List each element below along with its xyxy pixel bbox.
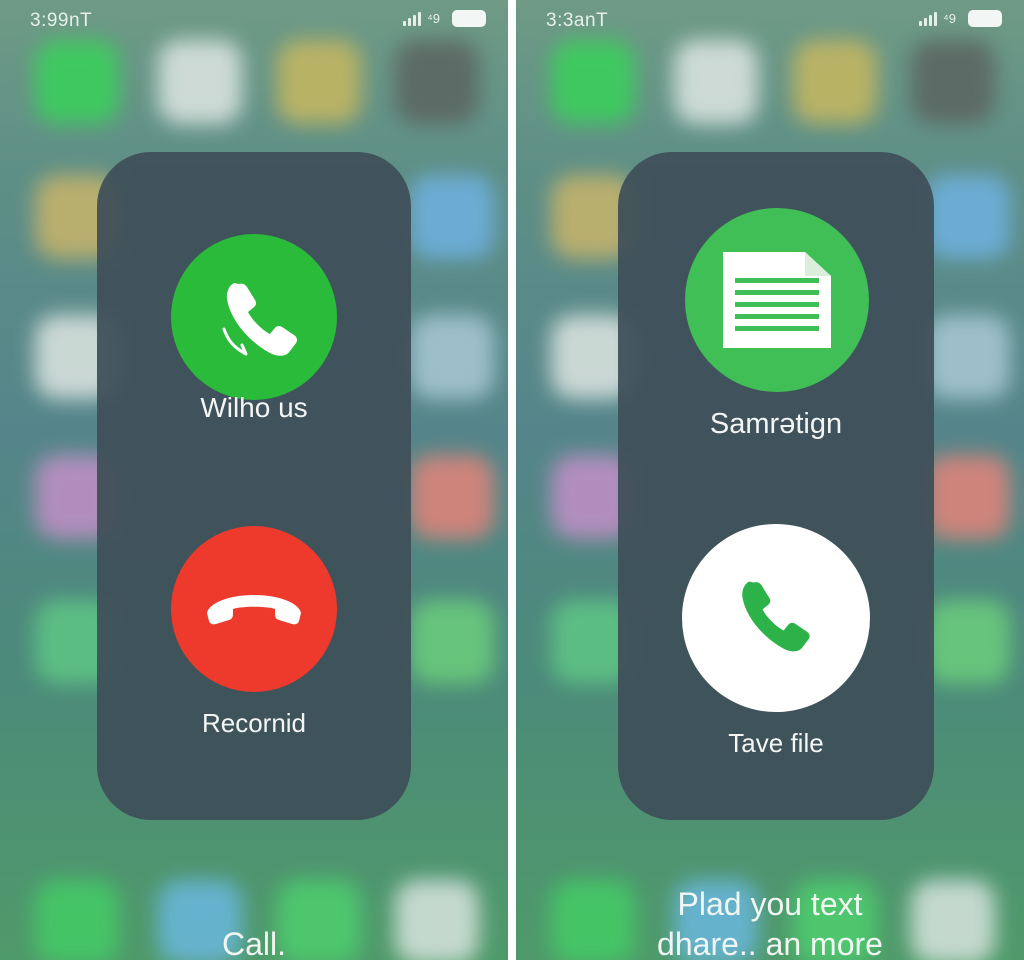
bottom-caption: Call. xyxy=(221,926,286,960)
decline-call-label: Recornid xyxy=(201,708,307,738)
blurred-app-icon xyxy=(410,455,494,539)
blurred-app-icon xyxy=(926,455,1010,539)
status-icons: ⁴9 xyxy=(919,10,1002,27)
accept-call-label: Wilho us xyxy=(200,392,308,423)
blurred-app-icon xyxy=(410,315,494,399)
battery-icon xyxy=(452,10,486,27)
document-icon xyxy=(723,252,831,348)
phone-screen-left: 3:99nT ⁴9 Wilho us Recornid Call. xyxy=(0,0,508,960)
blurred-app-icon xyxy=(926,175,1010,259)
blurred-app-icon xyxy=(674,40,758,124)
status-extra: ⁴9 xyxy=(943,11,956,26)
blurred-app-icon xyxy=(35,40,119,124)
call-card: Wilho us Recornid xyxy=(97,152,411,820)
status-icons: ⁴9 xyxy=(403,10,486,27)
signal-icon xyxy=(919,11,938,26)
blurred-app-icon xyxy=(395,40,479,124)
blurred-app-icon xyxy=(158,40,242,124)
status-extra: ⁴9 xyxy=(427,11,440,26)
blurred-app-icon xyxy=(410,600,494,684)
phone-hangup-icon xyxy=(207,595,301,625)
phone-icon xyxy=(742,581,810,652)
document-button-label: Samrətign xyxy=(709,408,843,440)
blurred-app-icon xyxy=(926,315,1010,399)
blurred-app-icon xyxy=(911,40,995,124)
phone-screen-right: 3:3anT ⁴9 Samrətign Tave file Plad you t… xyxy=(516,0,1024,960)
phone-accept-icon xyxy=(222,283,298,356)
status-time: 3:99nT xyxy=(30,10,93,31)
decline-call-button[interactable] xyxy=(171,526,337,692)
document-button[interactable] xyxy=(685,208,869,392)
blurred-app-icon xyxy=(551,40,635,124)
blurred-app-icon xyxy=(793,40,877,124)
bottom-caption-line1: Plad you text xyxy=(677,886,863,922)
blurred-app-icon xyxy=(277,40,361,124)
action-card: Samrətign Tave file xyxy=(618,152,934,820)
battery-icon xyxy=(968,10,1002,27)
signal-icon xyxy=(403,11,422,26)
blurred-app-icon xyxy=(410,175,494,259)
accept-call-button[interactable] xyxy=(171,234,337,400)
bottom-caption-line2: dhare.. an more xyxy=(657,926,883,960)
blurred-app-icon xyxy=(926,600,1010,684)
status-time: 3:3anT xyxy=(546,10,609,31)
call-button-label: Tave file xyxy=(728,728,824,758)
call-button[interactable] xyxy=(682,524,870,712)
